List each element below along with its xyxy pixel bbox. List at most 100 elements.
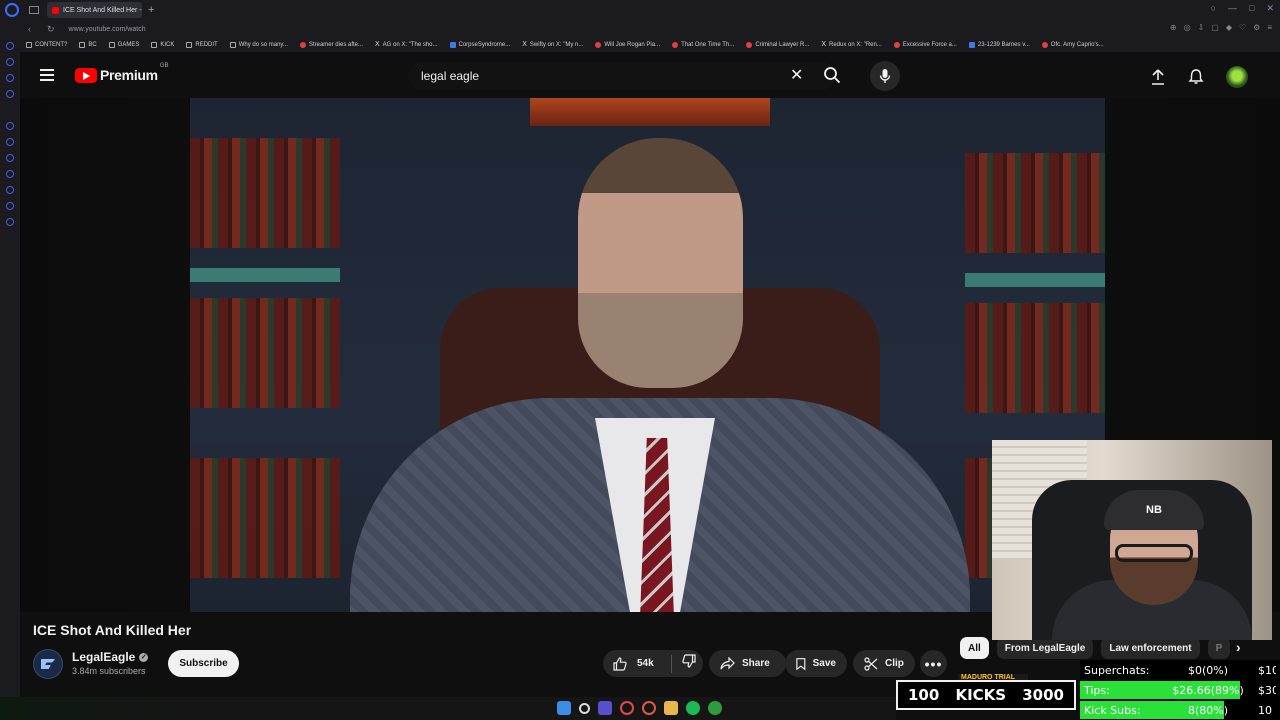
bookmark-item[interactable]: GAMES	[108, 42, 139, 48]
brand-wordmark: Premium	[100, 67, 158, 83]
chevron-right-icon[interactable]: ›	[1236, 639, 1241, 655]
bookmark-item[interactable]: Will Joe Rogan Pla...	[595, 42, 660, 48]
bookmark-label: REDDIT	[195, 42, 218, 48]
folder-icon	[229, 42, 236, 48]
reload-icon[interactable]: ↻	[47, 24, 55, 35]
bookmark-item[interactable]: Ofc. Amy Caprio's...	[1041, 42, 1104, 48]
bookmark-item[interactable]: CorpseSyndrome...	[449, 42, 510, 48]
url-field[interactable]: www.youtube.com/watch	[69, 26, 146, 33]
share-button[interactable]: Share	[709, 650, 786, 677]
search-icon[interactable]	[823, 66, 841, 84]
download-icon[interactable]: ⇩	[1198, 23, 1205, 32]
sidebar-app-icon[interactable]	[6, 74, 14, 82]
back-icon[interactable]: ‹	[28, 24, 31, 34]
bookmark-item[interactable]: Criminal Lawyer R...	[746, 42, 809, 48]
menu-icon[interactable]: ≡	[1267, 23, 1272, 32]
sidebar-app-icon[interactable]	[6, 186, 14, 194]
voice-search-button[interactable]	[870, 61, 900, 91]
page-icon	[449, 42, 456, 48]
bookmark-item[interactable]: X Swifty on X: "My n...	[522, 41, 583, 48]
bookmark-item[interactable]: KICK	[151, 42, 174, 48]
chip-truncated[interactable]: P	[1207, 637, 1231, 659]
bookmark-label: BC	[88, 42, 97, 48]
sidebar-app-icon[interactable]	[6, 154, 14, 162]
sidebar-app-icon[interactable]	[6, 122, 14, 130]
browser-tab[interactable]: ICE Shot And Killed Her - ×	[47, 2, 142, 18]
shield-icon[interactable]: ◆	[1226, 23, 1232, 32]
sidebar-app-icon[interactable]	[6, 170, 14, 178]
youtube-premium-logo[interactable]: Premium GB	[75, 63, 168, 83]
goal-target: $30	[1258, 683, 1276, 697]
bookmark-label: CONTENT?	[35, 42, 68, 48]
search-input[interactable]: legal eagle	[408, 62, 836, 90]
bookmark-item[interactable]: BC	[79, 42, 97, 48]
upload-icon[interactable]	[1150, 68, 1166, 86]
channel-name[interactable]: LegalEagle	[72, 650, 135, 664]
bookmark-item[interactable]: CONTENT?	[26, 42, 67, 48]
clear-search-icon[interactable]: ✕	[790, 65, 803, 85]
hamburger-menu-icon[interactable]	[40, 69, 54, 81]
like-button[interactable]: 54k	[603, 656, 671, 671]
windows-start-icon[interactable]	[557, 701, 571, 715]
subscribe-button[interactable]: Subscribe	[168, 650, 239, 677]
file-explorer-icon[interactable]	[664, 701, 678, 715]
browser-app-icon[interactable]	[642, 701, 656, 715]
tracker-icon[interactable]: ◎	[1184, 23, 1191, 32]
country-code: GB	[159, 63, 169, 69]
taskbar-search-icon[interactable]	[579, 702, 590, 714]
discord-icon[interactable]	[598, 701, 612, 715]
close-window-icon[interactable]: ✕	[1266, 3, 1274, 14]
sidebar-app-icon[interactable]	[6, 90, 14, 98]
channel-name-row[interactable]: LegalEagle ✓	[72, 650, 149, 664]
bookmark-item[interactable]: That One Time Th...	[672, 42, 734, 48]
browser-tab-bar: ICE Shot And Killed Her - × + ○ — □ ✕	[0, 0, 1280, 20]
bookmark-item[interactable]: Why do so many...	[229, 42, 288, 48]
notifications-bell-icon[interactable]	[1188, 68, 1204, 86]
settings-icon[interactable]: ⚙	[1253, 23, 1260, 32]
goal-label: Superchats:	[1084, 663, 1150, 677]
snapshot-icon[interactable]: ▢	[1211, 23, 1219, 32]
bookmark-item[interactable]: Streamer dies afte...	[299, 42, 363, 48]
chip-all[interactable]: All	[960, 637, 989, 659]
search-tabs-icon[interactable]: ○	[1211, 3, 1216, 14]
maximize-icon[interactable]: □	[1249, 3, 1254, 14]
spotify-icon[interactable]	[686, 701, 700, 715]
bookmark-item[interactable]: X Redux on X: "Ren...	[821, 41, 882, 48]
screen: ICE Shot And Killed Her - × + ○ — □ ✕ ‹ …	[0, 0, 1280, 720]
browser-logo-icon[interactable]	[5, 3, 19, 17]
goal-value: 8(80%)	[1187, 703, 1229, 717]
header-actions	[1150, 66, 1248, 88]
sidebar-app-icon[interactable]	[6, 138, 14, 146]
goal-target: $100	[1258, 663, 1276, 677]
workspaces-icon[interactable]	[29, 6, 39, 14]
minimize-icon[interactable]: —	[1228, 3, 1237, 14]
save-button[interactable]: Save	[785, 650, 847, 677]
sidebar-app-icon[interactable]	[6, 202, 14, 210]
sidebar-app-icon[interactable]	[6, 42, 14, 50]
bookmark-icon	[796, 657, 806, 670]
account-avatar[interactable]	[1226, 66, 1248, 88]
shelf-ledge	[190, 268, 340, 282]
clip-button[interactable]: Clip	[853, 650, 915, 677]
zoom-icon[interactable]: ⊕	[1170, 23, 1177, 32]
bookmark-item[interactable]: Excessive Force a...	[893, 42, 957, 48]
video-player[interactable]	[190, 98, 1105, 612]
chip-from-channel[interactable]: From LegalEagle	[996, 637, 1094, 659]
dislike-button[interactable]	[672, 654, 696, 673]
bookmark-label: KICK	[160, 42, 175, 48]
bookmark-item[interactable]: 23-1239 Barnes v...	[968, 42, 1030, 48]
chip-law-enforcement[interactable]: Law enforcement	[1101, 637, 1200, 659]
bookmark-item[interactable]: X AG on X: "The sho...	[375, 41, 438, 48]
more-actions-button[interactable]: •••	[920, 650, 947, 677]
opera-icon[interactable]	[620, 701, 634, 715]
heart-icon[interactable]: ♡	[1239, 23, 1246, 32]
kicks-ticker: 100 KICKS 3000	[896, 680, 1076, 710]
sidebar-app-icon[interactable]	[6, 58, 14, 66]
xbox-icon[interactable]	[708, 701, 722, 715]
new-tab-icon[interactable]: +	[148, 4, 154, 16]
bookshelf	[190, 458, 340, 578]
channel-avatar[interactable]	[33, 649, 63, 679]
bookmark-item[interactable]: REDDIT	[186, 42, 218, 48]
shelf-ledge	[965, 273, 1105, 287]
sidebar-app-icon[interactable]	[6, 218, 14, 226]
